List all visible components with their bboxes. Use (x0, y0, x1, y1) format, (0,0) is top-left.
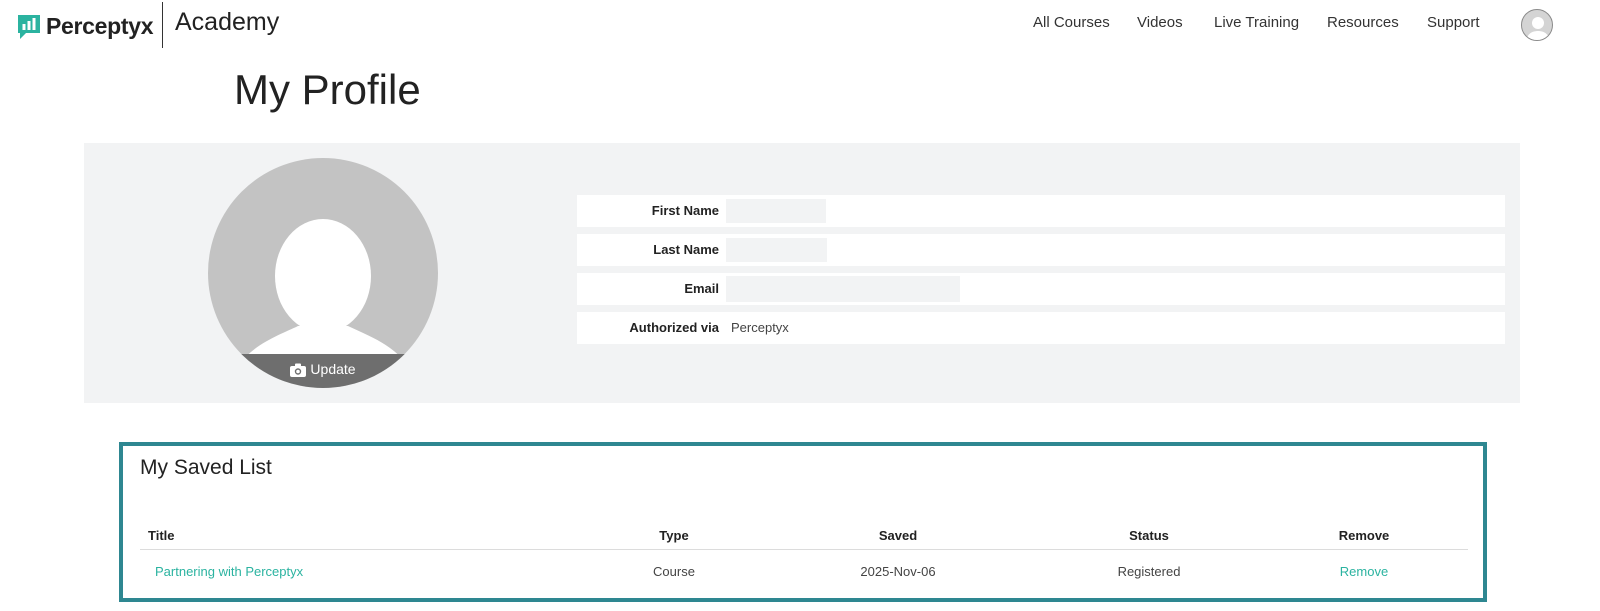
camera-icon (290, 363, 307, 377)
last-name-value (726, 238, 827, 262)
product-name: Academy (175, 8, 280, 36)
perceptyx-logo-icon (16, 13, 42, 39)
nav-support[interactable]: Support (1427, 14, 1480, 31)
header-divider (162, 2, 163, 48)
column-remove: Remove (1338, 528, 1390, 543)
nav-videos[interactable]: Videos (1137, 14, 1183, 31)
row-saved-date: 2025-Nov-06 (860, 564, 936, 579)
authorized-row: Authorized via Perceptyx (577, 312, 1505, 344)
authorized-label: Authorized via (629, 320, 719, 335)
user-icon (1526, 17, 1550, 40)
column-title: Title (148, 528, 175, 543)
perceptyx-logo[interactable]: Perceptyx (16, 11, 154, 41)
email-label: Email (684, 281, 719, 296)
row-type: Course (653, 564, 695, 579)
first-name-label: First Name (651, 203, 719, 218)
page-title: My Profile (234, 66, 421, 113)
table-header: Title Type Saved Status Remove (140, 526, 1468, 550)
first-name-row: First Name (577, 195, 1505, 227)
first-name-value (726, 199, 826, 223)
last-name-label: Last Name (653, 242, 719, 257)
profile-avatar: Update (208, 158, 438, 388)
site-header: Perceptyx Academy All Courses Videos Liv… (0, 0, 1600, 50)
email-value (726, 276, 960, 302)
row-status: Registered (1117, 564, 1181, 579)
table-row: Partnering with Perceptyx Course 2025-No… (140, 564, 1468, 588)
brand-name: Perceptyx (46, 12, 154, 39)
update-label: Update (310, 361, 356, 377)
saved-list-panel: My Saved List Title Type Saved Status Re… (119, 442, 1487, 602)
saved-list-title: My Saved List (140, 456, 272, 479)
update-photo-button[interactable]: Update (208, 354, 438, 388)
nav-resources[interactable]: Resources (1327, 14, 1399, 31)
nav-all-courses[interactable]: All Courses (1033, 14, 1110, 31)
column-saved: Saved (878, 528, 918, 543)
user-menu-avatar[interactable] (1521, 9, 1553, 41)
column-type: Type (659, 528, 689, 543)
nav-live-training[interactable]: Live Training (1214, 14, 1299, 31)
email-row: Email (577, 273, 1505, 305)
profile-panel: Update First Name Last Name Email Author… (84, 143, 1520, 403)
remove-link[interactable]: Remove (1340, 564, 1388, 579)
last-name-row: Last Name (577, 234, 1505, 266)
authorized-value: Perceptyx (731, 320, 789, 335)
column-status: Status (1129, 528, 1169, 543)
course-title-link[interactable]: Partnering with Perceptyx (155, 564, 303, 579)
